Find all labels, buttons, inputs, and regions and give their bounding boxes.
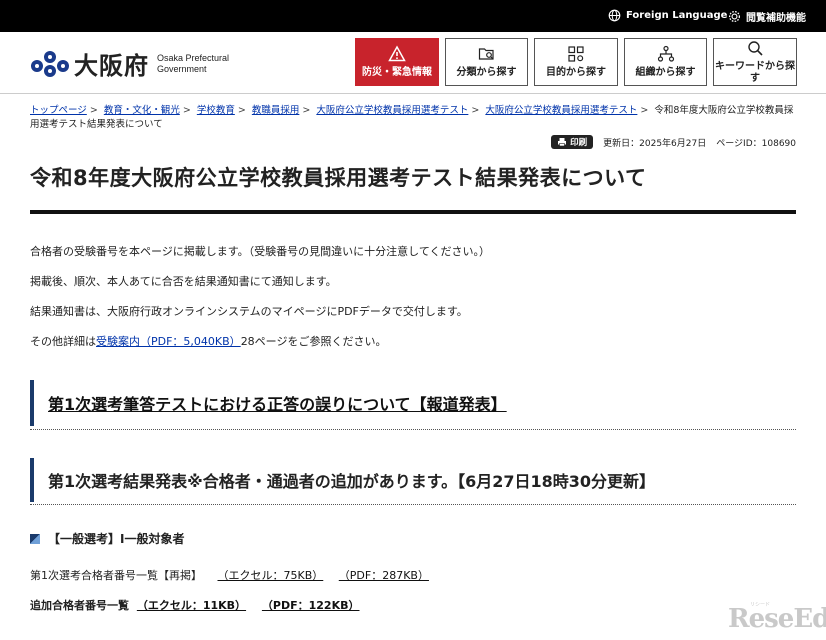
search-icon <box>748 41 763 56</box>
results-excel-link[interactable]: （エクセル：75KB） <box>218 569 324 582</box>
p4-suffix: 28ページをご参照ください。 <box>240 335 387 348</box>
page-meta: 印刷 更新日：2025年6月27日 ページID：108690 <box>551 135 796 149</box>
breadcrumb-link[interactable]: 大阪府公立学校教員採用選考テスト <box>485 105 637 116</box>
page-title: 令和8年度大阪府公立学校教員採用選考テスト結果発表について <box>30 166 647 190</box>
intro-paragraph-4: その他詳細は受験案内（PDF：5,040KB）28ページをご参照ください。 <box>30 333 386 349</box>
results-line-1: 第1次選考合格者番号一覧【再掲】 （エクセル：75KB） （PDF：287KB） <box>30 567 429 583</box>
nav-organization-label: 組織から探す <box>635 67 696 78</box>
accessibility-link[interactable]: 閲覧補助機能 <box>728 9 806 24</box>
additional-pdf-link[interactable]: （PDF：122KB） <box>262 599 360 612</box>
results-line-2-label: 追加合格者番号一覧 <box>30 599 129 612</box>
title-divider <box>30 210 796 214</box>
gear-icon <box>728 10 741 23</box>
breadcrumb-link[interactable]: 教職員採用 <box>252 105 300 116</box>
breadcrumb-link[interactable]: 教育・文化・観光 <box>104 105 180 116</box>
nav-emergency-label: 防災・緊急情報 <box>362 67 432 78</box>
section-heading-results: 第1次選考結果発表※合格者・通過者の追加があります。【6月27日18時30分更新… <box>30 458 796 502</box>
results-pdf-link[interactable]: （PDF：287KB） <box>339 569 429 582</box>
site-logo[interactable]: 大阪府 Osaka Prefectural Government <box>30 46 229 81</box>
logo-subtitle: Osaka Prefectural Government <box>157 53 229 75</box>
warning-icon <box>388 45 406 62</box>
square-bullet-icon <box>30 533 40 544</box>
foreign-language-link[interactable]: Foreign Language <box>608 9 727 22</box>
nav-purpose-label: 目的から探す <box>546 67 606 78</box>
breadcrumb-link[interactable]: トップページ <box>30 105 87 116</box>
results-line-1-label: 第1次選考合格者番号一覧【再掲】 <box>30 569 202 582</box>
folder-search-icon <box>478 48 494 60</box>
nav-keyword-button[interactable]: キーワードから探す <box>713 38 797 86</box>
nav-organization-button[interactable]: 組織から探す <box>624 38 707 86</box>
site-header: 大阪府 Osaka Prefectural Government 防災・緊急情報… <box>0 32 826 94</box>
intro-paragraph-2: 掲載後、順次、本人あてに合否を結果通知書にて通知します。 <box>30 275 337 288</box>
printer-icon <box>558 138 567 147</box>
nav-purpose-button[interactable]: 目的から探す <box>534 38 618 86</box>
logo-subtitle-line2: Government <box>157 63 207 74</box>
nav-category-button[interactable]: 分類から探す <box>445 38 528 86</box>
print-button[interactable]: 印刷 <box>551 135 594 149</box>
intro-paragraph-3: 結果通知書は、大阪府行政オンラインシステムのマイページにPDFデータで交付します… <box>30 305 468 318</box>
sub-heading-general: 【一般選考】Ⅰ一般対象者 <box>30 530 184 547</box>
watermark-logo: ReseEd <box>728 604 826 634</box>
breadcrumb: トップページ > 教育・文化・観光 > 学校教育 > 教職員採用 > 大阪府公立学校教員… <box>30 105 794 130</box>
p4-prefix: その他詳細は <box>30 335 96 348</box>
nav-emergency-button[interactable]: 防災・緊急情報 <box>355 38 439 86</box>
section-divider <box>30 504 796 505</box>
additional-excel-link[interactable]: （エクセル：11KB） <box>137 599 246 612</box>
correction-press-release-link[interactable]: 第1次選考筆答テストにおける正答の誤りについて【報道発表】 <box>48 391 507 415</box>
updated-date: 更新日：2025年6月27日 <box>603 138 707 149</box>
globe-icon <box>608 9 621 22</box>
top-utility-bar: Foreign Language 閲覧補助機能 <box>0 0 826 32</box>
section-divider <box>30 429 796 430</box>
foreign-language-label: Foreign Language <box>626 10 728 21</box>
org-chart-icon <box>657 45 674 62</box>
breadcrumb-link[interactable]: 学校教育 <box>197 105 235 116</box>
logo-name: 大阪府 <box>74 51 149 80</box>
section-heading-correction: 第1次選考筆答テストにおける正答の誤りについて【報道発表】 <box>30 380 796 426</box>
accessibility-label: 閲覧補助機能 <box>746 13 806 24</box>
nav-keyword-label: キーワードから探す <box>715 61 795 84</box>
sub-heading-text: 【一般選考】Ⅰ一般対象者 <box>48 532 185 546</box>
results-line-2: 追加合格者番号一覧 （エクセル：11KB） （PDF：122KB） <box>30 597 359 613</box>
nav-category-label: 分類から探す <box>456 67 517 78</box>
grid-icon <box>568 46 584 62</box>
breadcrumb-link[interactable]: 大阪府公立学校教員採用選考テスト <box>316 105 468 116</box>
logo-subtitle-line1: Osaka Prefectural <box>157 52 230 63</box>
intro-paragraph-1: 合格者の受験番号を本ページに掲載します。（受験番号の見間違いに十分注意してくださ… <box>30 245 491 258</box>
page-id: ページID：108690 <box>716 138 796 149</box>
print-label: 印刷 <box>570 138 588 148</box>
osaka-logo-icon <box>31 50 69 77</box>
exam-guide-pdf-link[interactable]: 受験案内（PDF：5,040KB） <box>96 335 241 348</box>
